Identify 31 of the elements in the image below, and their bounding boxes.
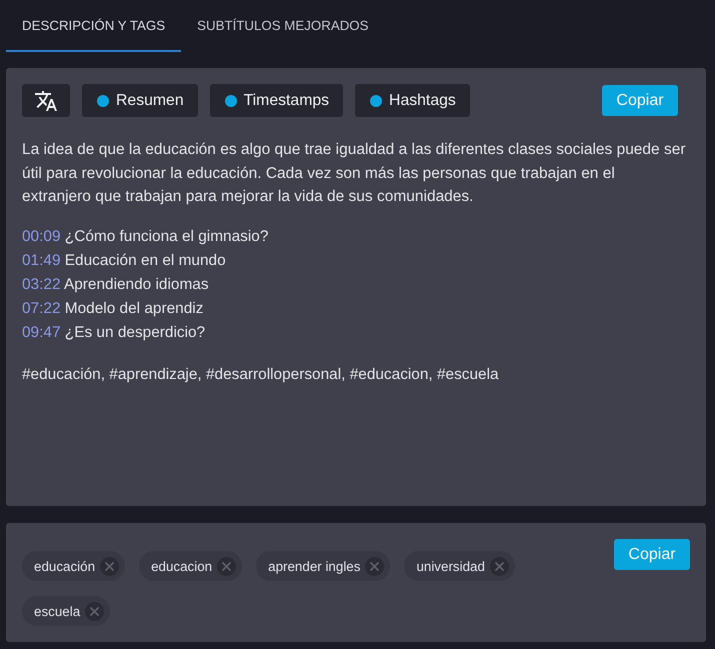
toggle-button[interactable]: Resumen (82, 84, 198, 117)
tab[interactable]: SUBTÍTULOS MEJORADOS (181, 0, 385, 52)
chapter-title: ¿Es un desperdicio? (64, 324, 206, 341)
chapter-title: Aprendiendo idiomas (64, 276, 209, 293)
remove-tag-icon[interactable] (217, 556, 236, 576)
copy-button[interactable]: Copiar (614, 539, 690, 570)
timestamp-link[interactable]: 09:47 (22, 324, 61, 341)
remove-tag-icon[interactable] (365, 556, 384, 576)
tab[interactable]: DESCRIPCIÓN Y TAGS (6, 0, 182, 52)
chapter-title: Educación en el mundo (64, 252, 226, 269)
timestamp-link[interactable]: 03:22 (22, 276, 61, 293)
tag-label: escuela (34, 604, 80, 618)
chapter-title: ¿Cómo funciona el gimnasio? (64, 228, 268, 245)
translate-button[interactable] (22, 84, 70, 117)
chapter-title: Modelo del aprendiz (64, 300, 204, 317)
remove-tag-icon[interactable] (100, 556, 120, 576)
summary-text: La idea de que la educación es algo que trae igualdad a las diferentes clases sociales puede ser útil para revolucionar la educación. Cada vez son más las personas que trabajan en el extranjero que trabajan para mejorar la vida de sus comunidades. (22, 140, 686, 208)
timestamp-link[interactable]: 07:22 (22, 300, 61, 317)
tag-label: educacion (151, 558, 212, 574)
hashtags-text: #educación, #aprendizaje, #desarrollopersonal, #educacion, #escuela (22, 364, 500, 385)
copy-button[interactable]: Copiar (602, 85, 678, 116)
translate-icon (35, 90, 57, 112)
toggle-button[interactable]: Hashtags (355, 84, 470, 117)
remove-tag-icon[interactable] (85, 602, 104, 620)
tag-label: educación (34, 558, 96, 574)
tag-label: aprender ingles (268, 558, 360, 574)
toggle-button[interactable]: Timestamps (210, 84, 344, 117)
timestamp-link[interactable]: 01:49 (22, 252, 61, 269)
remove-tag-icon[interactable] (490, 556, 509, 576)
tag-label: universidad (416, 558, 485, 574)
timestamp-link[interactable]: 00:09 (22, 228, 61, 245)
